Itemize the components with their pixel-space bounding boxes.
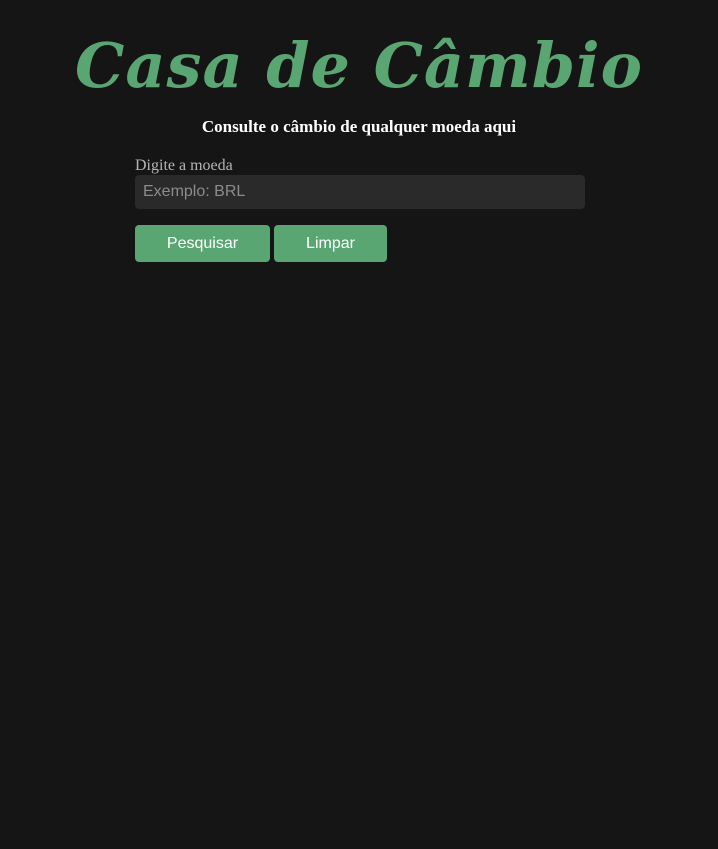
currency-input-label: Digite a moeda — [135, 157, 233, 174]
search-button[interactable]: Pesquisar — [135, 225, 270, 262]
page-subtitle: Consulte o câmbio de qualquer moeda aqui — [201, 117, 517, 136]
currency-input[interactable] — [135, 175, 585, 209]
form-buttons: Pesquisar Limpar — [135, 225, 585, 262]
page-title: Casa de Câmbio — [75, 29, 643, 102]
currency-search-form: Digite a moeda Pesquisar Limpar — [135, 156, 585, 262]
clear-button[interactable]: Limpar — [274, 225, 387, 262]
currency-exchange-page: Casa de Câmbio Consulte o câmbio de qual… — [0, 0, 718, 849]
